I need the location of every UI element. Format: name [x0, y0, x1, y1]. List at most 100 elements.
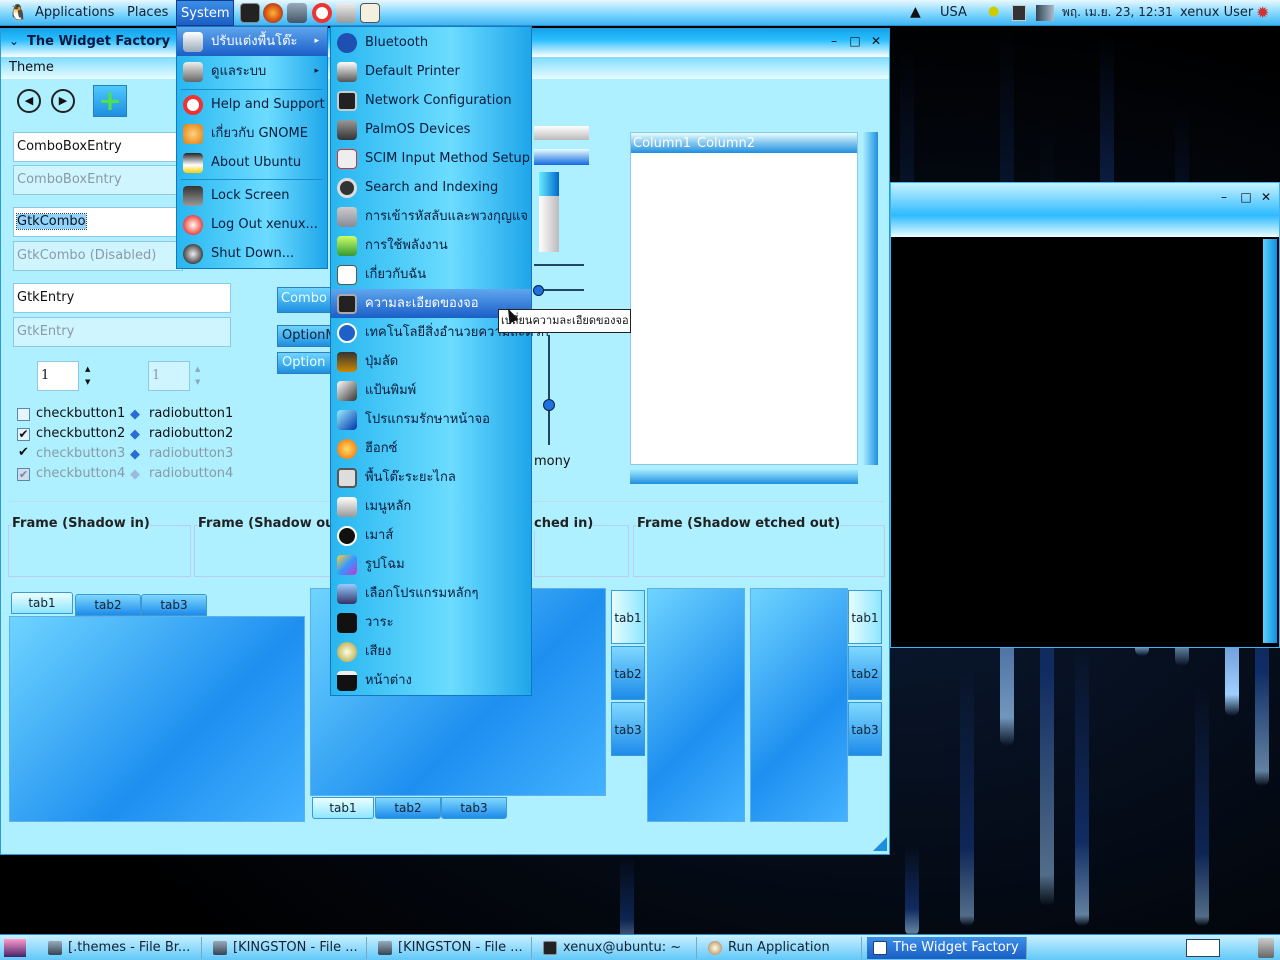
pref-item-scim[interactable]: SCIM Input Method Setup — [331, 144, 531, 173]
add-icon[interactable]: + — [93, 85, 127, 117]
spin-arrows-icon[interactable]: ▲ ▼ — [85, 363, 90, 389]
help-launcher-icon[interactable] — [312, 3, 332, 23]
tree-view[interactable]: Column1 Column2 — [630, 132, 858, 465]
hscale-1[interactable] — [534, 264, 584, 266]
task-terminal[interactable]: xenux@ubuntu: ~ — [537, 937, 697, 959]
maximize-icon[interactable]: □ — [848, 35, 862, 49]
resize-grip-icon[interactable] — [873, 837, 887, 851]
task-run-application[interactable]: Run Application — [702, 937, 862, 959]
option-menu-2[interactable]: Option — [277, 352, 333, 374]
task-themes-file-browser[interactable]: [.themes - File Br... — [42, 937, 202, 959]
menu-applications[interactable]: Applications — [31, 0, 118, 26]
forward-icon[interactable]: ▶ — [51, 89, 75, 113]
system-menu-item-administration[interactable]: ดูแลระบบ ▸ — [177, 57, 327, 86]
file-browser-launcher-icon[interactable] — [287, 3, 307, 23]
pref-item-appearance[interactable]: รูปโฉม — [331, 550, 531, 579]
task-widget-factory[interactable]: The Widget Factory — [867, 937, 1027, 959]
pref-item-mouse[interactable]: เมาส์ — [331, 521, 531, 550]
task-kingston-file-1[interactable]: [KINGSTON - File ... — [207, 937, 367, 959]
ubuntu-logo-icon[interactable]: 🐧 — [8, 3, 28, 22]
window-menu-icon[interactable]: ⌄ — [9, 34, 19, 48]
column2-header[interactable]: Column2 — [697, 136, 755, 151]
keyboard-indicator-icon[interactable]: ▲ — [910, 4, 921, 20]
radiobutton1-icon[interactable]: ◆ — [130, 408, 143, 421]
pref-item-default-printer[interactable]: Default Printer — [331, 57, 531, 86]
close-icon[interactable]: ✕ — [869, 35, 883, 49]
system-menu-item-help[interactable]: Help and Support — [177, 90, 327, 119]
pref-item-power[interactable]: การใช้พลังงาน — [331, 231, 531, 260]
minimize-icon[interactable]: – — [827, 35, 841, 49]
clock[interactable]: พฤ. เม.ย. 23, 12:31 — [1058, 0, 1177, 26]
workspace-switcher[interactable] — [1186, 939, 1220, 957]
task-kingston-file-2[interactable]: [KINGSTON - File ... — [372, 937, 532, 959]
option-menu-1[interactable]: OptionM — [277, 325, 333, 347]
pref-item-bluetooth[interactable]: Bluetooth — [331, 28, 531, 57]
combobox-entry[interactable]: ComboBoxEntry — [13, 132, 183, 162]
maximize-icon[interactable]: □ — [1239, 191, 1253, 205]
radiobutton1-label[interactable]: radiobutton1 — [149, 406, 233, 421]
background-window-scrollbar[interactable] — [1263, 239, 1277, 643]
pref-item-remote-desktop[interactable]: พื้นโต๊ะระยะไกล — [331, 463, 531, 492]
pref-item-main-menu[interactable]: เมนูหลัก — [331, 492, 531, 521]
shutdown-gear-icon[interactable]: ✹ — [1256, 3, 1269, 22]
radiobutton2-icon[interactable]: ◆ — [130, 428, 143, 441]
notification-bulb-icon[interactable]: ● — [988, 4, 999, 19]
tab3-top[interactable]: tab3 — [141, 594, 207, 616]
trash-icon[interactable] — [1258, 938, 1274, 958]
back-icon[interactable]: ◀ — [17, 89, 41, 113]
tab3-left[interactable]: tab3 — [611, 702, 645, 756]
tab3-right[interactable]: tab3 — [848, 702, 882, 756]
spin-button[interactable]: 1 — [37, 361, 79, 391]
pref-item-search-indexing[interactable]: Search and Indexing — [331, 173, 531, 202]
checkbutton2-box[interactable]: ✔ — [17, 428, 30, 441]
checkbutton1-label[interactable]: checkbutton1 — [36, 406, 125, 421]
vscale[interactable] — [548, 335, 550, 445]
system-menu-item-lock-screen[interactable]: Lock Screen — [177, 181, 327, 210]
keyboard-layout[interactable]: USA — [936, 0, 971, 26]
tab2-bottom[interactable]: tab2 — [375, 797, 441, 819]
terminal-launcher-icon[interactable] — [240, 3, 260, 23]
show-desktop-icon[interactable] — [4, 939, 26, 957]
pref-item-network-configuration[interactable]: Network Configuration — [331, 86, 531, 115]
tree-vscrollbar[interactable] — [863, 132, 878, 465]
network-applet-icon[interactable] — [1012, 5, 1026, 21]
tab1-bottom[interactable]: tab1 — [312, 797, 374, 819]
user-switcher[interactable]: xenux User — [1176, 0, 1257, 26]
tab3-bottom[interactable]: tab3 — [441, 797, 507, 819]
volume-applet-icon[interactable] — [1036, 5, 1054, 21]
tab1-right[interactable]: tab1 — [848, 590, 882, 644]
menu-theme[interactable]: Theme — [9, 60, 54, 75]
system-menu-item-shut-down[interactable]: Shut Down... — [177, 239, 327, 268]
pref-item-windows[interactable]: หน้าต่าง — [331, 666, 531, 695]
tab2-left[interactable]: tab2 — [611, 646, 645, 700]
tree-hscrollbar[interactable] — [630, 469, 858, 484]
tab2-right[interactable]: tab2 — [848, 646, 882, 700]
pref-item-keyboard[interactable]: แป้นพิมพ์ — [331, 376, 531, 405]
menu-system[interactable]: System — [176, 0, 235, 26]
pref-item-screensaver[interactable]: โปรแกรมรักษาหน้าจอ — [331, 405, 531, 434]
system-menu-item-log-out[interactable]: Log Out xenux... — [177, 210, 327, 239]
pref-item-sessions[interactable]: วาระ — [331, 608, 531, 637]
vscale-slider-icon[interactable] — [543, 399, 555, 411]
hscale-slider-icon[interactable] — [533, 285, 544, 296]
tab1-left[interactable]: tab1 — [611, 590, 645, 644]
storage-launcher-icon[interactable] — [336, 3, 356, 23]
combo-button[interactable]: Combo — [277, 287, 333, 313]
pref-item-theme[interactable]: ฮีอกซ์ — [331, 434, 531, 463]
radiobutton2-label[interactable]: radiobutton2 — [149, 426, 233, 441]
system-menu-item-preferences[interactable]: ปรับแต่งพื้นโต๊ะ ▸ — [177, 27, 327, 56]
close-icon[interactable]: ✕ — [1259, 191, 1273, 205]
menu-places[interactable]: Places — [123, 0, 172, 26]
pref-item-preferred-apps[interactable]: เลือกโปรแกรมหลักๆ — [331, 579, 531, 608]
firefox-launcher-icon[interactable] — [263, 3, 283, 23]
pref-item-about-me[interactable]: เกี่ยวกับฉัน — [331, 260, 531, 289]
pref-item-keyring[interactable]: การเข้ารหัสลับและพวงกุญแจ — [331, 202, 531, 231]
minimize-icon[interactable]: – — [1217, 191, 1231, 205]
column1-header[interactable]: Column1 — [633, 136, 691, 151]
background-window[interactable]: – □ ✕ — [890, 182, 1280, 648]
system-menu-item-about-gnome[interactable]: เกี่ยวกับ GNOME — [177, 119, 327, 148]
pref-item-shortcuts[interactable]: ปุ่มลัด — [331, 347, 531, 376]
checkbutton2-label[interactable]: checkbutton2 — [36, 426, 125, 441]
tab2-top[interactable]: tab2 — [75, 594, 141, 616]
home-launcher-icon[interactable] — [360, 3, 380, 23]
